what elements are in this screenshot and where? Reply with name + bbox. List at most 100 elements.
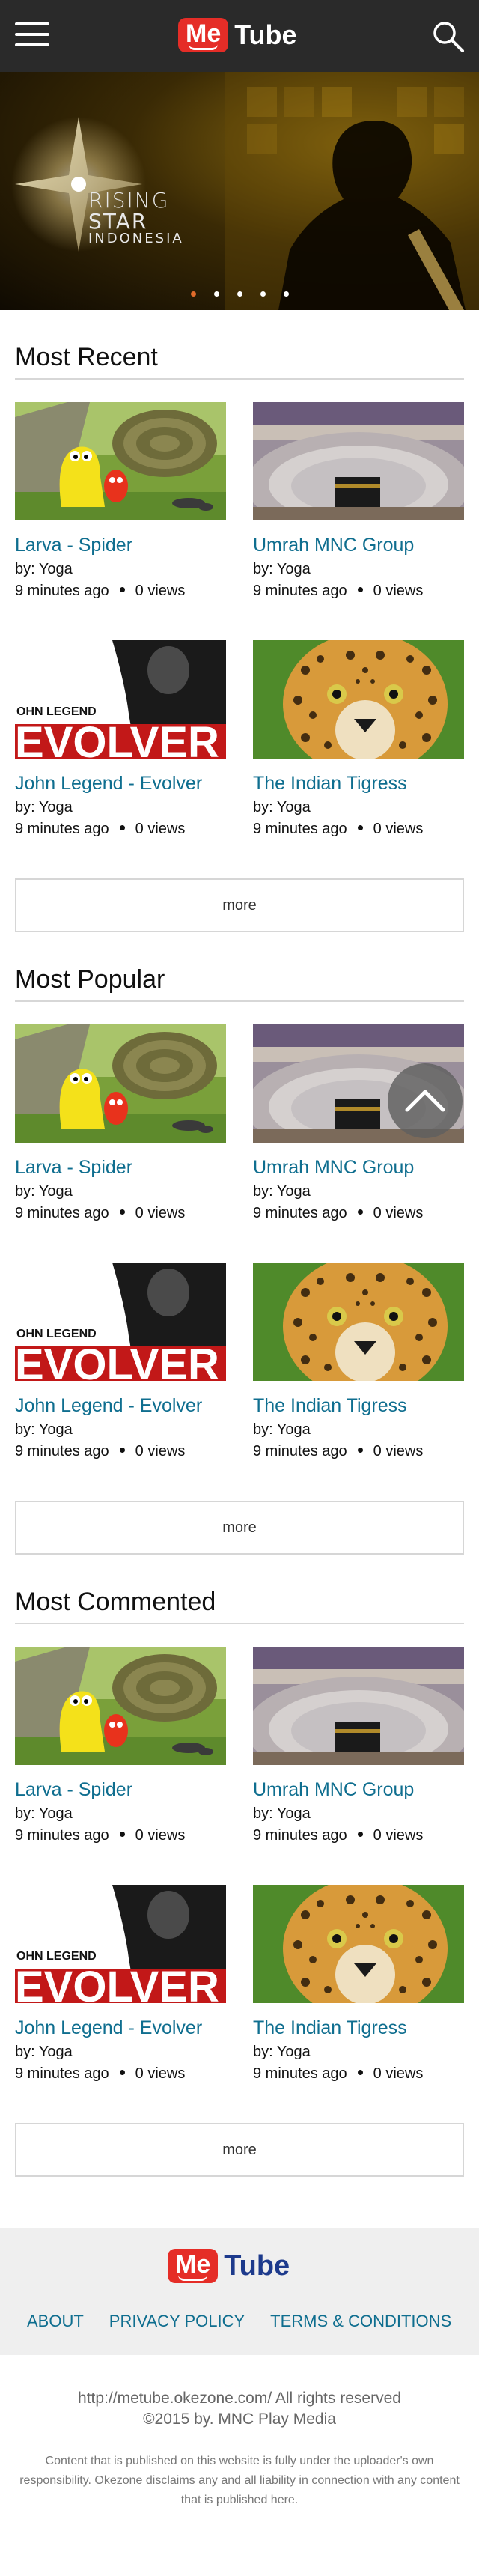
video-thumbnail-image: OHN LEGENDEVOLVER [15, 640, 226, 759]
video-thumbnail[interactable] [253, 402, 464, 520]
more-button[interactable]: more [15, 1501, 464, 1555]
footer-logo[interactable]: Me Tube [168, 2249, 290, 2283]
footer-links: ABOUT PRIVACY POLICY TERMS & CONDITIONS [27, 2312, 464, 2331]
video-thumbnail-image [253, 640, 464, 759]
video-thumbnail-image: OHN LEGENDEVOLVER [15, 1263, 226, 1381]
video-thumbnail[interactable] [253, 1885, 464, 2003]
video-card[interactable]: The Indian Tigress by: Yoga 9 minutes ago 0… [253, 1885, 464, 2123]
section-title: Most Recent [15, 310, 464, 380]
thumbnail-caption-big: EVOLVER [15, 1340, 219, 1381]
video-views: 0 views [373, 1826, 424, 1844]
video-thumbnail[interactable]: OHN LEGEND EVOLVER [15, 1263, 226, 1381]
logo-tube-text: Tube [234, 19, 297, 50]
video-card[interactable]: Umrah MNC Group by: Yoga 9 minutes ago 0 vi… [253, 402, 464, 640]
video-thumbnail-image: OHN LEGENDEVOLVER [15, 1885, 226, 2003]
video-title[interactable]: The Indian Tigress [253, 773, 464, 795]
carousel-dot[interactable] [213, 291, 219, 297]
video-views: 0 views [135, 820, 186, 837]
video-title[interactable]: Umrah MNC Group [253, 1157, 464, 1179]
copyright-url: http://metube.okezone.com/ All rights re… [78, 2390, 401, 2407]
video-uploader: by: Yoga [15, 798, 73, 815]
thumbnail-caption-small: OHN LEGEND [16, 1950, 97, 1963]
video-card[interactable]: OHN LEGEND EVOLVER John Legend - Evolver by… [15, 1263, 226, 1501]
hero-banner[interactable]: RISING STAR INDONESIA [0, 72, 479, 310]
video-meta: 9 minutes ago 0 views [253, 1443, 464, 1460]
more-button[interactable]: more [15, 2123, 464, 2177]
video-card[interactable]: OHN LEGEND EVOLVER John Legend - Evolver by… [15, 1885, 226, 2123]
video-uploader: by: Yoga [253, 1805, 311, 1822]
video-thumbnail-image [15, 1647, 226, 1765]
carousel-dot[interactable] [260, 291, 266, 297]
video-thumbnail[interactable] [15, 1647, 226, 1765]
video-thumbnail-image [253, 1885, 464, 2003]
video-title[interactable]: Umrah MNC Group [253, 1779, 464, 1801]
video-title[interactable]: The Indian Tigress [253, 2017, 464, 2039]
video-age: 9 minutes ago [15, 2065, 109, 2082]
bullet-separator [357, 825, 363, 831]
bullet-separator [357, 2070, 363, 2076]
video-age: 9 minutes ago [15, 582, 109, 599]
video-meta: 9 minutes ago 0 views [15, 821, 226, 838]
footer-logo-tube-text: Tube [224, 2250, 290, 2282]
hero-line-3: INDONESIA [88, 231, 184, 246]
thumbnail-caption-small: OHN LEGEND [16, 1328, 97, 1340]
video-age: 9 minutes ago [253, 1442, 347, 1459]
video-card[interactable]: Larva - Spider by: Yoga 9 minutes ago 0 vie… [15, 402, 226, 640]
video-age: 9 minutes ago [253, 820, 347, 837]
video-title[interactable]: Umrah MNC Group [253, 535, 464, 556]
video-views: 0 views [373, 1442, 424, 1459]
carousel-dot[interactable] [190, 291, 196, 297]
menu-icon[interactable] [15, 22, 49, 51]
copyright-owner: ©2015 by. MNC Play Media [143, 2411, 336, 2428]
video-card[interactable]: Umrah MNC Group by: Yoga 9 minutes ago 0 vi… [253, 1024, 464, 1263]
video-title[interactable]: John Legend - Evolver [15, 1395, 226, 1417]
video-thumbnail-image [15, 1024, 226, 1143]
hero-title: RISING STAR INDONESIA [88, 190, 184, 246]
video-card[interactable]: The Indian Tigress by: Yoga 9 minutes ago 0… [253, 1263, 464, 1501]
video-section: Most Popular Larva - Spider by: Yoga 9 minu… [0, 932, 479, 1555]
video-uploader: by: Yoga [15, 1805, 73, 1822]
video-card[interactable]: The Indian Tigress by: Yoga 9 minutes ago 0… [253, 640, 464, 878]
disclaimer: Content that is published on this websit… [19, 2454, 460, 2507]
video-views: 0 views [135, 582, 186, 599]
video-thumbnail[interactable] [253, 640, 464, 759]
video-thumbnail[interactable]: OHN LEGEND EVOLVER [15, 1885, 226, 2003]
video-title[interactable]: The Indian Tigress [253, 1395, 464, 1417]
footer-link-terms[interactable]: TERMS & CONDITIONS [270, 2312, 451, 2331]
video-thumbnail[interactable] [15, 1024, 226, 1143]
video-card[interactable]: Umrah MNC Group by: Yoga 9 minutes ago 0 vi… [253, 1647, 464, 1885]
video-grid: Larva - Spider by: Yoga 9 minutes ago 0 vie… [15, 380, 464, 878]
video-title[interactable]: John Legend - Evolver [15, 2017, 226, 2039]
video-thumbnail[interactable] [253, 1263, 464, 1381]
video-thumbnail[interactable]: OHN LEGEND EVOLVER [15, 640, 226, 759]
video-thumbnail[interactable] [15, 402, 226, 520]
video-card[interactable]: Larva - Spider by: Yoga 9 minutes ago 0 vie… [15, 1024, 226, 1263]
scroll-to-top-button[interactable] [388, 1063, 463, 1138]
video-age: 9 minutes ago [15, 1204, 109, 1221]
video-meta: 9 minutes ago 0 views [253, 821, 464, 838]
more-button[interactable]: more [15, 878, 464, 932]
copyright: http://metube.okezone.com/ All rights re… [0, 2388, 479, 2431]
video-age: 9 minutes ago [15, 1826, 109, 1844]
footer-link-about[interactable]: ABOUT [27, 2312, 84, 2331]
site-logo[interactable]: Me Tube [178, 13, 297, 57]
search-icon[interactable] [431, 19, 466, 54]
video-thumbnail-image [253, 1263, 464, 1381]
video-title[interactable]: Larva - Spider [15, 1779, 226, 1801]
video-meta: 9 minutes ago 0 views [253, 1205, 464, 1222]
carousel-dot[interactable] [237, 291, 242, 297]
video-views: 0 views [135, 1826, 186, 1844]
video-uploader: by: Yoga [15, 1182, 73, 1200]
video-age: 9 minutes ago [253, 2065, 347, 2082]
video-title[interactable]: John Legend - Evolver [15, 773, 226, 795]
carousel-dot[interactable] [283, 291, 289, 297]
video-card[interactable]: OHN LEGEND EVOLVER John Legend - Evolver by… [15, 640, 226, 878]
video-thumbnail[interactable] [253, 1647, 464, 1765]
section-title: Most Popular [15, 932, 464, 1002]
footer-link-privacy[interactable]: PRIVACY POLICY [109, 2312, 245, 2331]
video-views: 0 views [373, 1204, 424, 1221]
video-title[interactable]: Larva - Spider [15, 535, 226, 556]
video-uploader: by: Yoga [253, 798, 311, 815]
video-card[interactable]: Larva - Spider by: Yoga 9 minutes ago 0 vie… [15, 1647, 226, 1885]
video-title[interactable]: Larva - Spider [15, 1157, 226, 1179]
